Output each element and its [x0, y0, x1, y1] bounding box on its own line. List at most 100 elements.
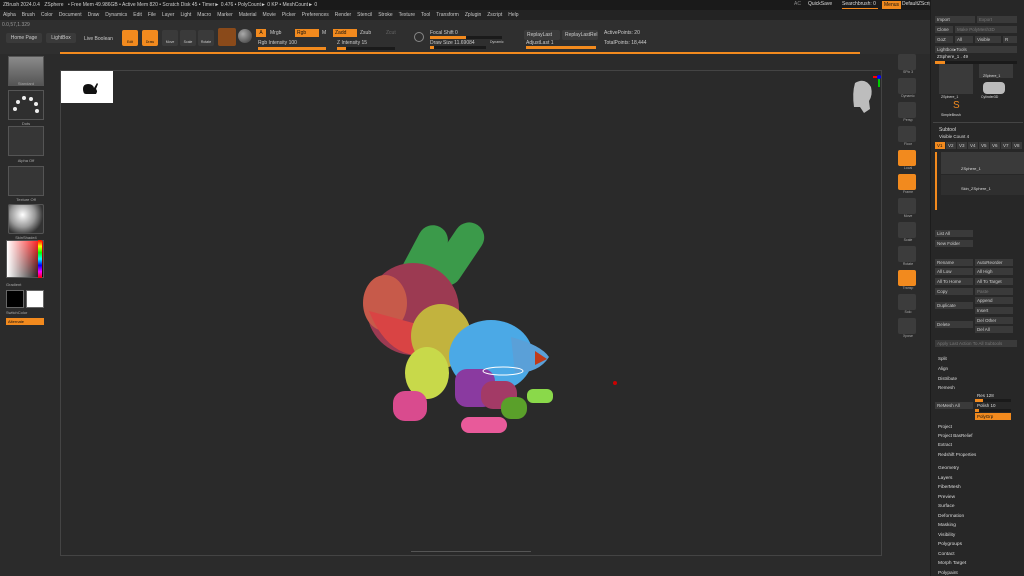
move-button[interactable]: Move — [162, 30, 178, 46]
lightbox-tools-button[interactable]: Lightbox▸Tools — [935, 46, 1017, 53]
menus-button[interactable]: Menus — [882, 1, 902, 9]
shelf-scale-icon[interactable] — [898, 222, 916, 238]
live-boolean-button[interactable]: Live Boolean — [84, 36, 113, 42]
alpha-thumbnail[interactable] — [8, 126, 44, 156]
draw-size-track[interactable] — [430, 46, 486, 49]
align-menu[interactable]: Align — [938, 366, 948, 371]
project-basrelief-menu[interactable]: Project BasRelief — [938, 433, 973, 438]
delete-button[interactable]: Delete — [935, 321, 973, 328]
res-slider-track[interactable] — [975, 399, 1011, 402]
distribute-menu[interactable]: Distribute — [938, 376, 957, 381]
menu-picker[interactable]: Picker — [282, 10, 296, 20]
menu-edit[interactable]: Edit — [133, 10, 142, 20]
insert-button[interactable]: Insert — [975, 307, 1013, 314]
focal-icon[interactable] — [414, 32, 424, 42]
menu-preferences[interactable]: Preferences — [302, 10, 329, 20]
canvas-viewport[interactable] — [60, 70, 882, 556]
menu-document[interactable]: Document — [59, 10, 82, 20]
polish-slider-track[interactable] — [975, 409, 1011, 412]
mrgb-button[interactable]: Mrgb — [270, 30, 281, 36]
a-button[interactable]: A — [256, 29, 266, 37]
main-color-swatch[interactable] — [6, 290, 24, 308]
tool-thumb-zsphere[interactable] — [939, 64, 973, 94]
make-polymesh-button[interactable]: Make PolyMesh3D — [955, 26, 1017, 33]
rgb-intensity-track[interactable] — [258, 47, 326, 50]
menu-zplugin[interactable]: Zplugin — [465, 10, 481, 20]
cylinder-thumb[interactable] — [983, 82, 1005, 94]
menu-light[interactable]: Light — [180, 10, 191, 20]
rgb-button[interactable]: Rgb — [295, 29, 319, 37]
palette-layers-menu[interactable]: Layers — [938, 476, 952, 481]
shelf-solo-icon[interactable] — [898, 294, 916, 310]
menu-stencil[interactable]: Stencil — [357, 10, 372, 20]
shelf-rotate-icon[interactable] — [898, 246, 916, 262]
home-page-button[interactable]: Home Page — [6, 33, 42, 43]
menu-stroke[interactable]: Stroke — [378, 10, 392, 20]
version-v3-button[interactable]: V3 — [957, 142, 967, 149]
menu-dynamics[interactable]: Dynamics — [105, 10, 127, 20]
menu-zscript[interactable]: Zscript — [487, 10, 502, 20]
secondary-color-swatch[interactable] — [26, 290, 44, 308]
import-button[interactable]: Import — [935, 16, 975, 23]
all-to-target-button[interactable]: All To Target — [975, 278, 1013, 285]
subtool-item-zsphere[interactable] — [941, 152, 1024, 174]
version-v2-button[interactable]: V2 — [946, 142, 956, 149]
duplicate-button[interactable]: Duplicate — [935, 302, 973, 309]
apply-last-button[interactable]: Apply Last Action To All Subtools — [935, 340, 1017, 347]
menu-render[interactable]: Render — [335, 10, 351, 20]
palette-geometry-menu[interactable]: Geometry — [938, 466, 959, 471]
lightbox-button[interactable]: LightBox — [46, 33, 76, 43]
redshift-properties-menu[interactable]: Redshift Properties — [938, 452, 976, 457]
palette-surface-menu[interactable]: Surface — [938, 504, 955, 509]
all-high-button[interactable]: All High — [975, 268, 1013, 275]
material-thumbnail[interactable] — [8, 204, 44, 234]
palette-fibermesh-menu[interactable]: FiberMesh — [938, 485, 961, 490]
shelf-dynamic-icon[interactable] — [898, 78, 916, 94]
remesh-all-button[interactable]: ReMesh All — [935, 402, 973, 409]
m-button[interactable]: M — [322, 30, 326, 36]
shelf-local-icon[interactable] — [898, 150, 916, 166]
append-button[interactable]: Append — [975, 297, 1013, 304]
simplebrush-icon[interactable]: S — [953, 100, 963, 112]
all-to-home-button[interactable]: All To Home — [935, 278, 973, 285]
menu-texture[interactable]: Texture — [399, 10, 415, 20]
replay-last-button[interactable]: ReplayLast — [524, 30, 560, 40]
dynamic-toggle[interactable]: Dynamic — [490, 40, 504, 44]
bottom-handle[interactable] — [411, 551, 531, 557]
paste-button[interactable]: Paste — [975, 288, 1013, 295]
brush-icon[interactable] — [218, 28, 236, 46]
shelf-xpose-icon[interactable] — [898, 318, 916, 334]
clone-button[interactable]: Clone — [935, 26, 953, 33]
polygrp-button[interactable]: PolyGrp — [975, 413, 1011, 420]
shelf-persp-icon[interactable] — [898, 102, 916, 118]
palette-contact-menu[interactable]: Contact — [938, 552, 955, 557]
menu-macro[interactable]: Macro — [197, 10, 211, 20]
texture-thumbnail[interactable] — [8, 166, 44, 196]
zsphere-rabbit-model[interactable] — [351, 211, 571, 451]
navigator-thumbnail[interactable] — [61, 71, 113, 103]
menu-alpha[interactable]: Alpha — [3, 10, 16, 20]
menu-file[interactable]: File — [148, 10, 156, 20]
palette-morph-target-menu[interactable]: Morph Target — [938, 561, 966, 566]
rotate-button[interactable]: Rotate — [198, 30, 214, 46]
orientation-head-icon[interactable] — [839, 73, 883, 123]
hue-strip[interactable] — [38, 240, 42, 278]
menu-brush[interactable]: Brush — [22, 10, 35, 20]
list-all-button[interactable]: List All — [935, 230, 973, 237]
shelf-spix-3-icon[interactable] — [898, 54, 916, 70]
material-sphere-icon[interactable] — [238, 29, 252, 43]
replay-last-rel-button[interactable]: ReplayLastRel — [562, 30, 598, 40]
menu-color[interactable]: Color — [41, 10, 53, 20]
default-zscript[interactable]: DefaultZScript — [902, 1, 932, 7]
del-other-button[interactable]: Del Other — [975, 317, 1013, 324]
searchbrush-field[interactable]: Searchbrush: 0 — [842, 1, 878, 9]
rgb-intensity-slider[interactable]: Rgb Intensity 100 — [258, 40, 297, 46]
palette-polygroups-menu[interactable]: Polygroups — [938, 542, 962, 547]
new-folder-button[interactable]: New Folder — [935, 240, 973, 247]
res-slider[interactable]: Res 128 — [977, 393, 994, 398]
menu-movie[interactable]: Movie — [263, 10, 276, 20]
menu-draw[interactable]: Draw — [88, 10, 100, 20]
zsub-button[interactable]: Zsub — [360, 30, 371, 36]
menu-transform[interactable]: Transform — [436, 10, 459, 20]
visible-button[interactable]: Visible — [975, 36, 1001, 43]
